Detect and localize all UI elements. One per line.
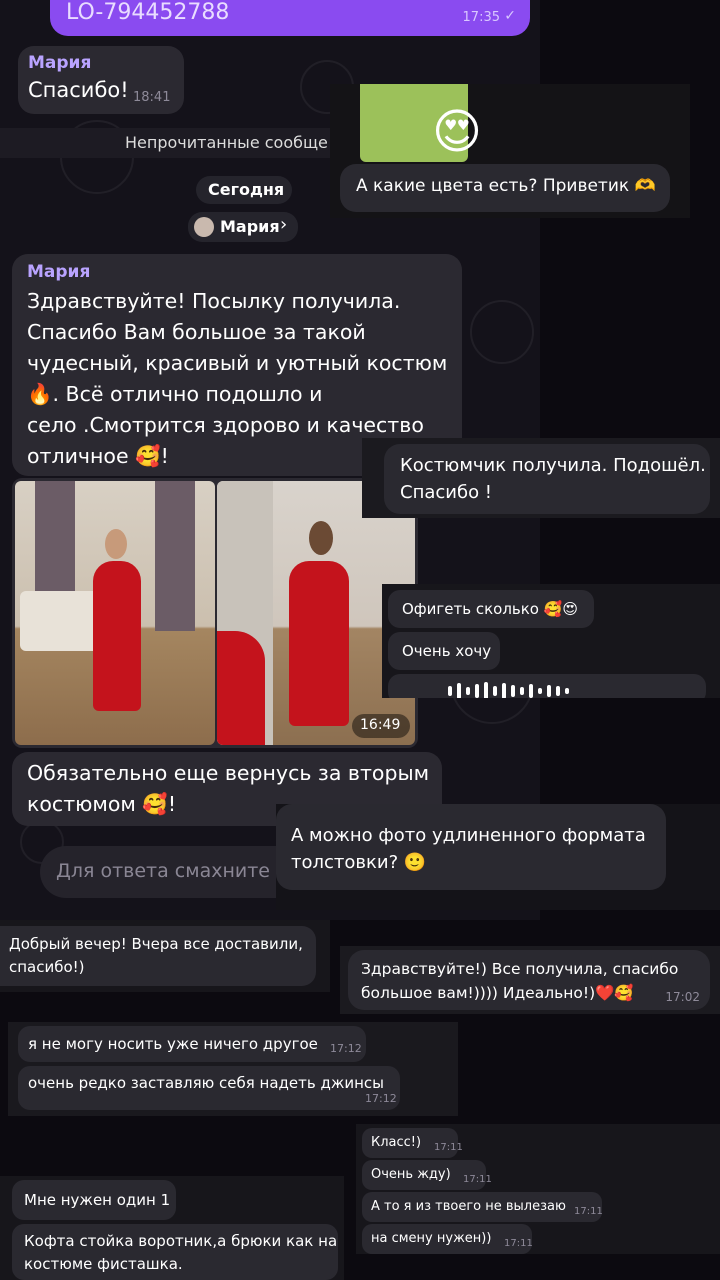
message-text: Костюмчик получила. Подошёл. Спасибо ! [400,452,706,506]
message-text: Здравствуйте!) Все получила, спасибо бол… [361,957,678,1005]
photo-red-suit-front[interactable] [15,481,215,745]
message-time: 17:11 [434,1142,463,1153]
message-line: Спасибо ! [400,482,493,503]
message-line: костюме фисташка. [24,1255,183,1273]
message-class: Класс!) 17:11 [362,1128,463,1158]
message-need-change: на смену нужен)) 17:11 [362,1224,533,1254]
message-text: Спасибо! [28,78,129,102]
order-number-text: LO-794452788 [66,0,230,25]
message-line: А можно фото удлиненного формата [291,825,646,846]
date-chip: Сегодня [196,176,292,204]
read-check-icon: ✓ [504,8,516,24]
message-line: Спасибо Вам большое за такой [27,320,366,344]
message-time: 17:35 [462,10,500,25]
message-text: Очень хочу [402,642,492,660]
message-time: 17:02 [665,990,700,1004]
message-time: 17:11 [504,1238,533,1249]
message-line: спасибо!) [9,958,85,976]
person-head [309,521,333,555]
bed-decoration [20,591,100,651]
message-line: Костюмчик получила. Подошёл. [400,455,706,476]
message-evening: Добрый вечер! Вчера все доставили, спаси… [0,926,316,986]
message-line: Обязательно еще вернусь за вторым [27,761,430,785]
message-time: 17:11 [463,1174,492,1185]
order-number-bubble: LO-794452788 17:35 ✓ [50,0,530,36]
message-text: Класс!) [371,1135,422,1150]
message-text: Добрый вечер! Вчера все доставили, спаси… [9,933,303,979]
red-sleeve-decoration [217,631,265,745]
chat-screenshot-2: 😍 А какие цвета есть? Приветик 🫶 [330,84,690,218]
message-photo-question: А можно фото удлиненного формата толстов… [276,804,666,890]
message-line: Добрый вечер! Вчера все доставили, [9,935,303,953]
message-wow: Офигеть сколько 🥰😍 [388,590,594,628]
voice-message[interactable] [388,674,706,698]
message-text: на смену нужен)) [371,1231,492,1246]
message-text: очень редко заставляю себя надеть джинсы [28,1074,384,1092]
person-head [105,529,127,559]
message-line: Здравствуйте! Посылку получила. [27,289,401,313]
message-time: 16:49 [360,717,401,733]
photo-time-badge: 16:49 [352,714,410,738]
message-text: Мне нужен один 1 [24,1191,171,1209]
message-text: А какие цвета есть? Приветик 🫶 [356,176,656,196]
message-cant-wear: я не могу носить уже ничего другое 17:12 [18,1026,366,1062]
message-need-one: Мне нужен один 1 [12,1180,176,1220]
profile-name: Мария [220,217,280,236]
message-line: Кофта стойка воротник,а брюки как на [24,1232,338,1250]
chat-screenshot-8: я не могу носить уже ничего другое 17:12… [8,1022,458,1116]
chat-screenshot-10: Мне нужен один 1 Кофта стойка воротник,а… [0,1176,344,1280]
sender-name: Мария [28,53,92,73]
message-line: Здравствуйте!) Все получила, спасибо [361,960,679,978]
message-line: толстовки? 🙂 [291,852,427,873]
person-figure [289,561,349,726]
message-text: Кофта стойка воротник,а брюки как на кос… [24,1230,337,1276]
message-want: Очень хочу [388,632,500,670]
message-received-all: Здравствуйте!) Все получила, спасибо бол… [348,950,710,1010]
sender-name: Мария [27,262,91,282]
message-order-details: Кофта стойка воротник,а брюки как на кос… [12,1224,338,1280]
message-time: 17:12 [330,1042,362,1055]
doodle-decoration [470,300,534,364]
message-text: я не могу носить уже ничего другое [28,1035,318,1053]
chat-screenshot-5: А можно фото удлиненного формата толстов… [276,804,720,910]
curtain-decoration [155,481,195,631]
message-suit-received: Костюмчик получила. Подошёл. Спасибо ! [384,444,710,514]
chevron-right-icon: › [280,214,288,235]
message-line: село .Смотрится здорово и качество [27,413,424,437]
message-cant-get-out: А то я из твоего не вылезаю 17:11 [362,1192,603,1222]
message-text: Очень жду) [371,1167,451,1182]
love-eyes-emoji: 😍 [432,104,483,160]
chat-screenshot-3: Костюмчик получила. Подошёл. Спасибо ! [362,438,720,518]
message-text: Офигеть сколько 🥰😍 [402,600,579,618]
message-text: А можно фото удлиненного формата толстов… [291,822,646,876]
message-jeans: очень редко заставляю себя надеть джинсы… [18,1066,400,1110]
message-line: большое вам!)))) Идеально!)❤️🥰 [361,984,634,1002]
chat-screenshot-4: Офигеть сколько 🥰😍 Очень хочу [382,584,720,698]
chat-screenshot-9: Класс!) 17:11 Очень жду) 17:11 А то я из… [356,1124,720,1254]
message-text: А то я из твоего не вылезаю [371,1199,566,1214]
photo-album[interactable]: 16:49 [12,478,418,748]
message-time: 18:41 [133,90,171,105]
message-colors-question: А какие цвета есть? Приветик 🫶 [340,164,670,212]
reply-placeholder: Для ответа смахните сс [56,860,297,882]
chat-screenshot-6: Добрый вечер! Вчера все доставили, спаси… [0,920,330,992]
message-time: 17:11 [574,1206,603,1217]
person-figure [93,561,141,711]
message-thanks: Мария Спасибо! 18:41 [18,46,184,114]
message-line: чудесный, красивый и уютный костюм [27,351,448,375]
message-line: 🔥. Всё отлично подошло и [27,382,323,406]
avatar [194,217,214,237]
chat-screenshot-7: Здравствуйте!) Все получила, спасибо бол… [340,946,720,1014]
message-time: 17:12 [365,1092,397,1105]
date-label: Сегодня [208,180,285,199]
message-waiting: Очень жду) 17:11 [362,1160,492,1190]
profile-chip[interactable]: Мария › [188,212,298,242]
unread-label: Непрочитанные сообще [125,133,328,152]
